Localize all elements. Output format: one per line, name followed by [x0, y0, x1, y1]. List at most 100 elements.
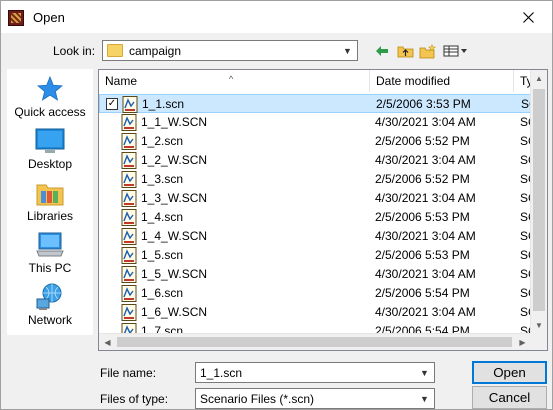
scenario-file-icon	[121, 133, 137, 150]
up-folder-icon	[397, 46, 413, 58]
place-label: Quick access	[14, 105, 86, 119]
file-row[interactable]: 1_2.scn 2/5/2006 5:52 PM SC	[99, 132, 537, 151]
chevron-down-icon[interactable]: ▼	[416, 390, 433, 407]
file-date-cell: 2/5/2006 3:53 PM	[376, 97, 471, 111]
horizontal-scroll-thumb[interactable]	[117, 337, 512, 347]
look-in-label: Look in:	[53, 44, 96, 58]
column-header-date[interactable]: Date modified	[370, 70, 514, 92]
file-row[interactable]: 1_3.scn 2/5/2006 5:52 PM SC	[99, 170, 537, 189]
file-type-select[interactable]: Scenario Files (*.scn) ▼	[195, 388, 435, 409]
file-date-cell: 2/5/2006 5:52 PM	[375, 134, 470, 148]
scenario-file-icon	[121, 228, 137, 245]
scenario-file-icon	[121, 190, 137, 207]
file-row[interactable]: 1_2_W.SCN 4/30/2021 3:04 AM SC	[99, 151, 537, 170]
horizontal-scrollbar[interactable]: ◀ ▶	[99, 333, 531, 350]
scenario-file-icon	[121, 266, 137, 283]
scenario-file-icon	[121, 285, 137, 302]
window-title: Open	[33, 10, 65, 25]
file-name-cell: 1_4_W.SCN	[141, 229, 208, 243]
open-dialog: Open Look in: campaign ▼ Quick access De…	[0, 0, 553, 410]
folder-icon	[107, 44, 123, 57]
file-name-value: 1_1.scn	[200, 366, 243, 380]
file-name-cell: 1_1_W.SCN	[141, 115, 208, 129]
file-row[interactable]: 1_3_W.SCN 4/30/2021 3:04 AM SC	[99, 189, 537, 208]
file-name-cell: 1_2.scn	[141, 134, 184, 148]
file-date-cell: 4/30/2021 3:04 AM	[375, 115, 476, 129]
app-icon	[8, 10, 24, 26]
file-name-cell: 1_6_W.SCN	[141, 305, 208, 319]
scroll-down-icon[interactable]: ▼	[531, 317, 547, 334]
place-label: This PC	[28, 261, 72, 275]
file-row[interactable]: 1_6.scn 2/5/2006 5:54 PM SC	[99, 284, 537, 303]
places-bar: Quick access Desktop Libraries This PC N…	[7, 69, 93, 335]
file-name-label: File name:	[100, 366, 157, 380]
file-row[interactable]: 1_4.scn 2/5/2006 5:53 PM SC	[99, 208, 537, 227]
place-label: Network	[27, 313, 72, 327]
file-name-cell: 1_4.scn	[141, 210, 184, 224]
file-row[interactable]: 1_5_W.SCN 4/30/2021 3:04 AM SC	[99, 265, 537, 284]
close-button[interactable]	[510, 4, 546, 30]
vertical-scroll-thumb[interactable]	[533, 89, 545, 311]
scroll-up-icon[interactable]: ▲	[531, 70, 547, 87]
column-name-label: Name	[105, 74, 138, 88]
column-header-name[interactable]: Name ^	[99, 70, 370, 92]
file-type-value: Scenario Files (*.scn)	[200, 392, 315, 406]
new-folder-button[interactable]	[418, 41, 438, 61]
scenario-file-icon	[121, 152, 137, 169]
vertical-scrollbar[interactable]: ▲ ▼	[530, 70, 547, 334]
file-name-cell: 1_1.scn	[142, 97, 185, 111]
file-date-cell: 4/30/2021 3:04 AM	[375, 305, 476, 319]
libraries-icon	[36, 184, 64, 206]
back-arrow-icon	[376, 46, 388, 56]
scenario-file-icon	[121, 114, 137, 131]
place-this-pc[interactable]: This PC	[7, 231, 93, 275]
sort-up-icon: ^	[229, 74, 234, 84]
file-list[interactable]: Name ^ Date modified Ty ✓ 1_1.scn 2/5/2006…	[98, 69, 548, 351]
scroll-right-icon[interactable]: ▶	[514, 334, 531, 350]
place-label: Libraries	[26, 209, 74, 223]
place-libraries[interactable]: Libraries	[7, 179, 93, 223]
file-row[interactable]: ✓1_1.scn2/5/2006 3:53 PMSC	[99, 94, 538, 113]
file-date-cell: 2/5/2006 5:53 PM	[375, 210, 470, 224]
view-menu-button[interactable]	[442, 41, 470, 61]
scroll-corner	[530, 333, 547, 350]
column-date-label: Date modified	[376, 74, 451, 88]
desktop-icon	[35, 128, 65, 153]
file-date-cell: 4/30/2021 3:04 AM	[375, 267, 476, 281]
file-date-cell: 4/30/2021 3:04 AM	[375, 229, 476, 243]
file-row[interactable]: 1_1_W.SCN 4/30/2021 3:04 AM SC	[99, 113, 537, 132]
file-name-cell: 1_5_W.SCN	[141, 267, 208, 281]
scenario-file-icon	[121, 247, 137, 264]
file-row[interactable]: 1_4_W.SCN 4/30/2021 3:04 AM SC	[99, 227, 537, 246]
file-row[interactable]: 1_5.scn 2/5/2006 5:53 PM SC	[99, 246, 537, 265]
file-date-cell: 2/5/2006 5:52 PM	[375, 172, 470, 186]
file-name-cell: 1_6.scn	[141, 286, 184, 300]
file-date-cell: 4/30/2021 3:04 AM	[375, 191, 476, 205]
back-button[interactable]	[373, 41, 391, 61]
file-name-field[interactable]: 1_1.scn ▼	[195, 362, 435, 383]
place-desktop[interactable]: Desktop	[7, 127, 93, 171]
new-folder-icon	[419, 43, 437, 58]
place-label: Desktop	[27, 157, 73, 171]
look-in-combo[interactable]: campaign ▼	[102, 40, 358, 61]
place-network[interactable]: Network	[7, 283, 93, 327]
file-name-cell: 1_3_W.SCN	[141, 191, 208, 205]
file-rows: ✓1_1.scn2/5/2006 3:53 PMSC1_1_W.SCN4/30/…	[99, 94, 538, 341]
file-date-cell: 2/5/2006 5:54 PM	[375, 286, 470, 300]
chevron-down-icon[interactable]: ▼	[416, 364, 433, 381]
scenario-file-icon	[121, 171, 137, 188]
chevron-down-icon[interactable]: ▼	[339, 42, 356, 59]
view-icon	[443, 45, 467, 57]
file-row[interactable]: 1_6_W.SCN 4/30/2021 3:04 AM SC	[99, 303, 537, 322]
computer-icon	[36, 232, 64, 257]
star-icon	[36, 75, 64, 101]
file-date-cell: 2/5/2006 5:53 PM	[375, 248, 470, 262]
scroll-left-icon[interactable]: ◀	[99, 334, 116, 350]
open-button[interactable]: Open	[472, 361, 547, 384]
up-folder-button[interactable]	[395, 41, 415, 61]
checkbox-icon[interactable]: ✓	[106, 98, 118, 110]
place-quick-access[interactable]: Quick access	[7, 75, 93, 119]
title-bar[interactable]: Open	[1, 1, 552, 33]
cancel-button[interactable]: Cancel	[472, 386, 547, 409]
file-name-cell: 1_2_W.SCN	[141, 153, 208, 167]
